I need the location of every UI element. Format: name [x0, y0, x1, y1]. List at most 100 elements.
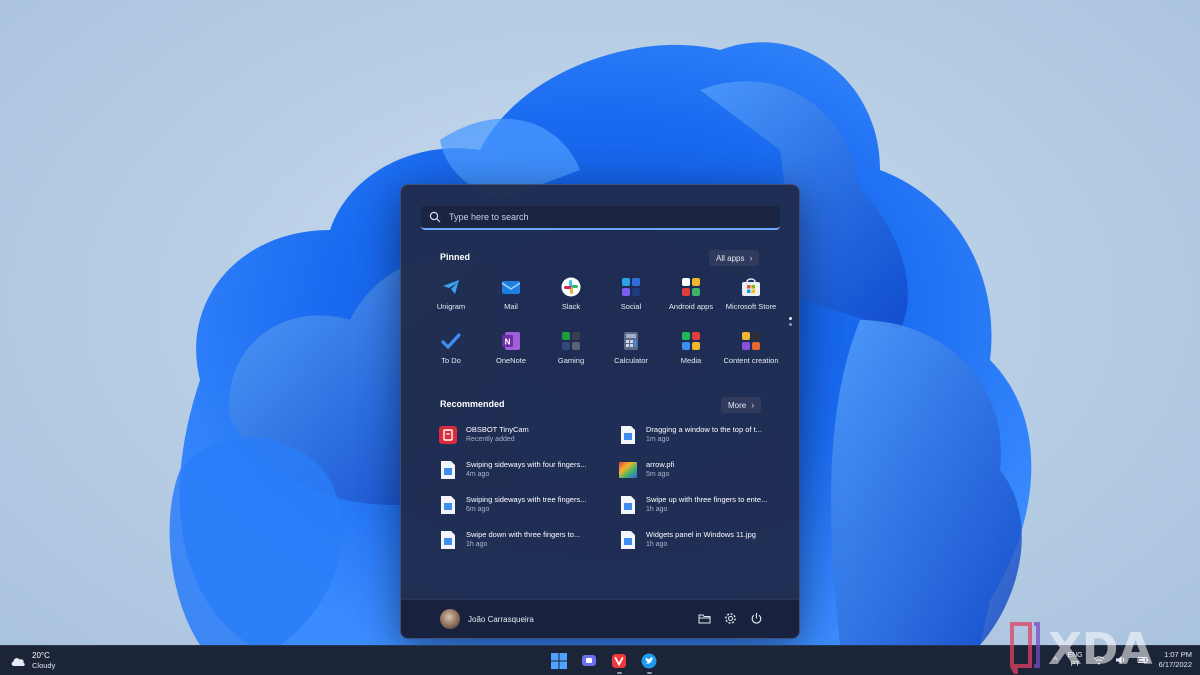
app-label: Unigram — [436, 302, 466, 311]
app-label: To Do — [441, 356, 461, 365]
app-label: OneNote — [495, 356, 527, 365]
chat-icon — [582, 655, 596, 666]
vivaldi-icon — [612, 654, 626, 668]
more-button[interactable]: More › — [721, 397, 762, 413]
recommended-item-name: Widgets panel in Windows 11.jpg — [646, 530, 756, 539]
taskbar-vivaldi[interactable] — [608, 651, 630, 674]
recommended-item-name: Swiping sideways with tree fingers... — [466, 495, 587, 504]
pinned-app-unigram[interactable]: Unigram — [421, 277, 481, 317]
footer-actions — [698, 612, 763, 625]
pinned-app-slack[interactable]: Slack — [541, 277, 601, 317]
app-label: Social — [620, 302, 642, 311]
app-label: Content creation — [723, 356, 779, 365]
twitter-icon — [641, 653, 657, 669]
file-explorer-icon[interactable] — [698, 612, 711, 625]
recommended-item-name: OBSBOT TinyCam — [466, 425, 529, 434]
recommended-item[interactable]: arrow.pfi 5m ago — [619, 460, 784, 480]
recommended-item-time: 1h ago — [466, 541, 488, 548]
page-dot — [789, 323, 792, 326]
recommended-item[interactable]: Dragging a window to the top of t... 1m … — [619, 425, 784, 445]
image-file-icon — [621, 426, 635, 444]
start-menu: Pinned All apps › Unigram Mail — [400, 184, 800, 639]
weather-condition: Cloudy — [32, 661, 56, 670]
recommended-item-time: 4m ago — [466, 471, 490, 478]
pinned-app-calculator[interactable]: Calculator — [601, 331, 661, 371]
page-dot-active — [789, 317, 792, 320]
pinned-app-social[interactable]: Social — [601, 277, 661, 317]
recommended-item-name: Swiping sideways with four fingers... — [466, 460, 587, 469]
image-file-icon — [621, 531, 635, 549]
recommended-item-time: 1h ago — [646, 541, 668, 548]
taskbar-twitter[interactable] — [638, 651, 660, 674]
pinned-app-mail[interactable]: Mail — [481, 277, 541, 317]
image-file-icon — [441, 531, 455, 549]
avatar — [440, 609, 460, 629]
media-folder-icon — [682, 332, 700, 350]
taskbar-teams-chat[interactable] — [578, 651, 600, 671]
start-button[interactable] — [548, 651, 570, 671]
android-apps-folder-icon — [682, 278, 700, 296]
app-label: Calculator — [614, 356, 648, 365]
recommended-item-name: Swipe up with three fingers to ente... — [646, 495, 768, 504]
weather-temperature: 20°C — [32, 651, 50, 660]
pinned-app-media[interactable]: Media — [661, 331, 721, 371]
start-menu-footer: João Carrasqueira — [401, 599, 799, 638]
chevron-right-icon: › — [749, 253, 753, 263]
recommended-item[interactable]: Swiping sideways with tree fingers... 6m… — [439, 495, 619, 515]
svg-text:N: N — [505, 338, 511, 347]
user-name: João Carrasqueira — [468, 614, 534, 624]
recommended-heading: Recommended — [440, 399, 505, 409]
recommended-item-time: 6m ago — [466, 506, 490, 513]
pinned-app-content-creation[interactable]: Content creation — [721, 331, 781, 371]
user-account-button[interactable]: João Carrasqueira — [440, 609, 534, 629]
app-label: Microsoft Store — [725, 302, 777, 311]
search-box[interactable] — [421, 206, 780, 230]
app-label: Gaming — [557, 356, 585, 365]
image-file-icon — [441, 496, 455, 514]
pinned-page-indicator[interactable] — [789, 317, 792, 326]
weather-widget[interactable]: 20°C Cloudy — [10, 651, 55, 671]
pinned-app-gaming[interactable]: Gaming — [541, 331, 601, 371]
xda-watermark-logo: XDA — [1010, 622, 1153, 674]
recommended-list: OBSBOT TinyCam Recently added Dragging a… — [439, 425, 784, 550]
recommended-item[interactable]: OBSBOT TinyCam Recently added — [439, 425, 619, 445]
todo-icon — [441, 333, 461, 350]
recommended-item[interactable]: Swipe down with three fingers to... 1h a… — [439, 530, 619, 550]
pinned-app-microsoft-store[interactable]: Microsoft Store — [721, 277, 781, 317]
power-icon[interactable] — [750, 612, 763, 625]
content-creation-folder-icon — [742, 332, 760, 350]
recommended-item-time: 1h ago — [646, 506, 668, 513]
windows-logo-icon — [551, 653, 567, 669]
pinned-app-onenote[interactable]: N OneNote — [481, 331, 541, 371]
pinned-app-android-apps[interactable]: Android apps — [661, 277, 721, 317]
slack-icon — [561, 277, 581, 297]
social-folder-icon — [622, 278, 640, 296]
pinned-heading: Pinned — [440, 252, 471, 262]
gradient-file-icon — [619, 462, 637, 478]
running-indicator — [646, 672, 652, 674]
app-label: Media — [680, 356, 702, 365]
recommended-item[interactable]: Widgets panel in Windows 11.jpg 1h ago — [619, 530, 784, 550]
calculator-icon — [624, 332, 638, 350]
app-label: Mail — [504, 302, 518, 311]
image-file-icon — [441, 461, 455, 479]
svg-text:XDA: XDA — [1048, 624, 1153, 674]
chevron-right-icon: › — [751, 400, 755, 410]
taskbar-apps — [548, 651, 660, 674]
pinned-app-to-do[interactable]: To Do — [421, 331, 481, 371]
settings-icon[interactable] — [724, 612, 737, 625]
all-apps-label: All apps — [716, 253, 745, 263]
recommended-item[interactable]: Swiping sideways with four fingers... 4m… — [439, 460, 619, 480]
cloud-icon — [11, 658, 25, 666]
app-label: Android apps — [668, 302, 714, 311]
recommended-item-time: 1m ago — [646, 436, 670, 443]
search-input[interactable] — [449, 212, 769, 222]
all-apps-button[interactable]: All apps › — [709, 250, 760, 266]
running-indicator — [616, 672, 622, 674]
obsbot-icon — [439, 426, 457, 444]
mail-icon — [501, 281, 521, 294]
search-icon — [429, 211, 441, 223]
recommended-item[interactable]: Swipe up with three fingers to ente... 1… — [619, 495, 784, 515]
app-label: Slack — [561, 302, 581, 311]
pinned-apps-grid: Unigram Mail Slack Social Android apps M… — [421, 277, 781, 371]
